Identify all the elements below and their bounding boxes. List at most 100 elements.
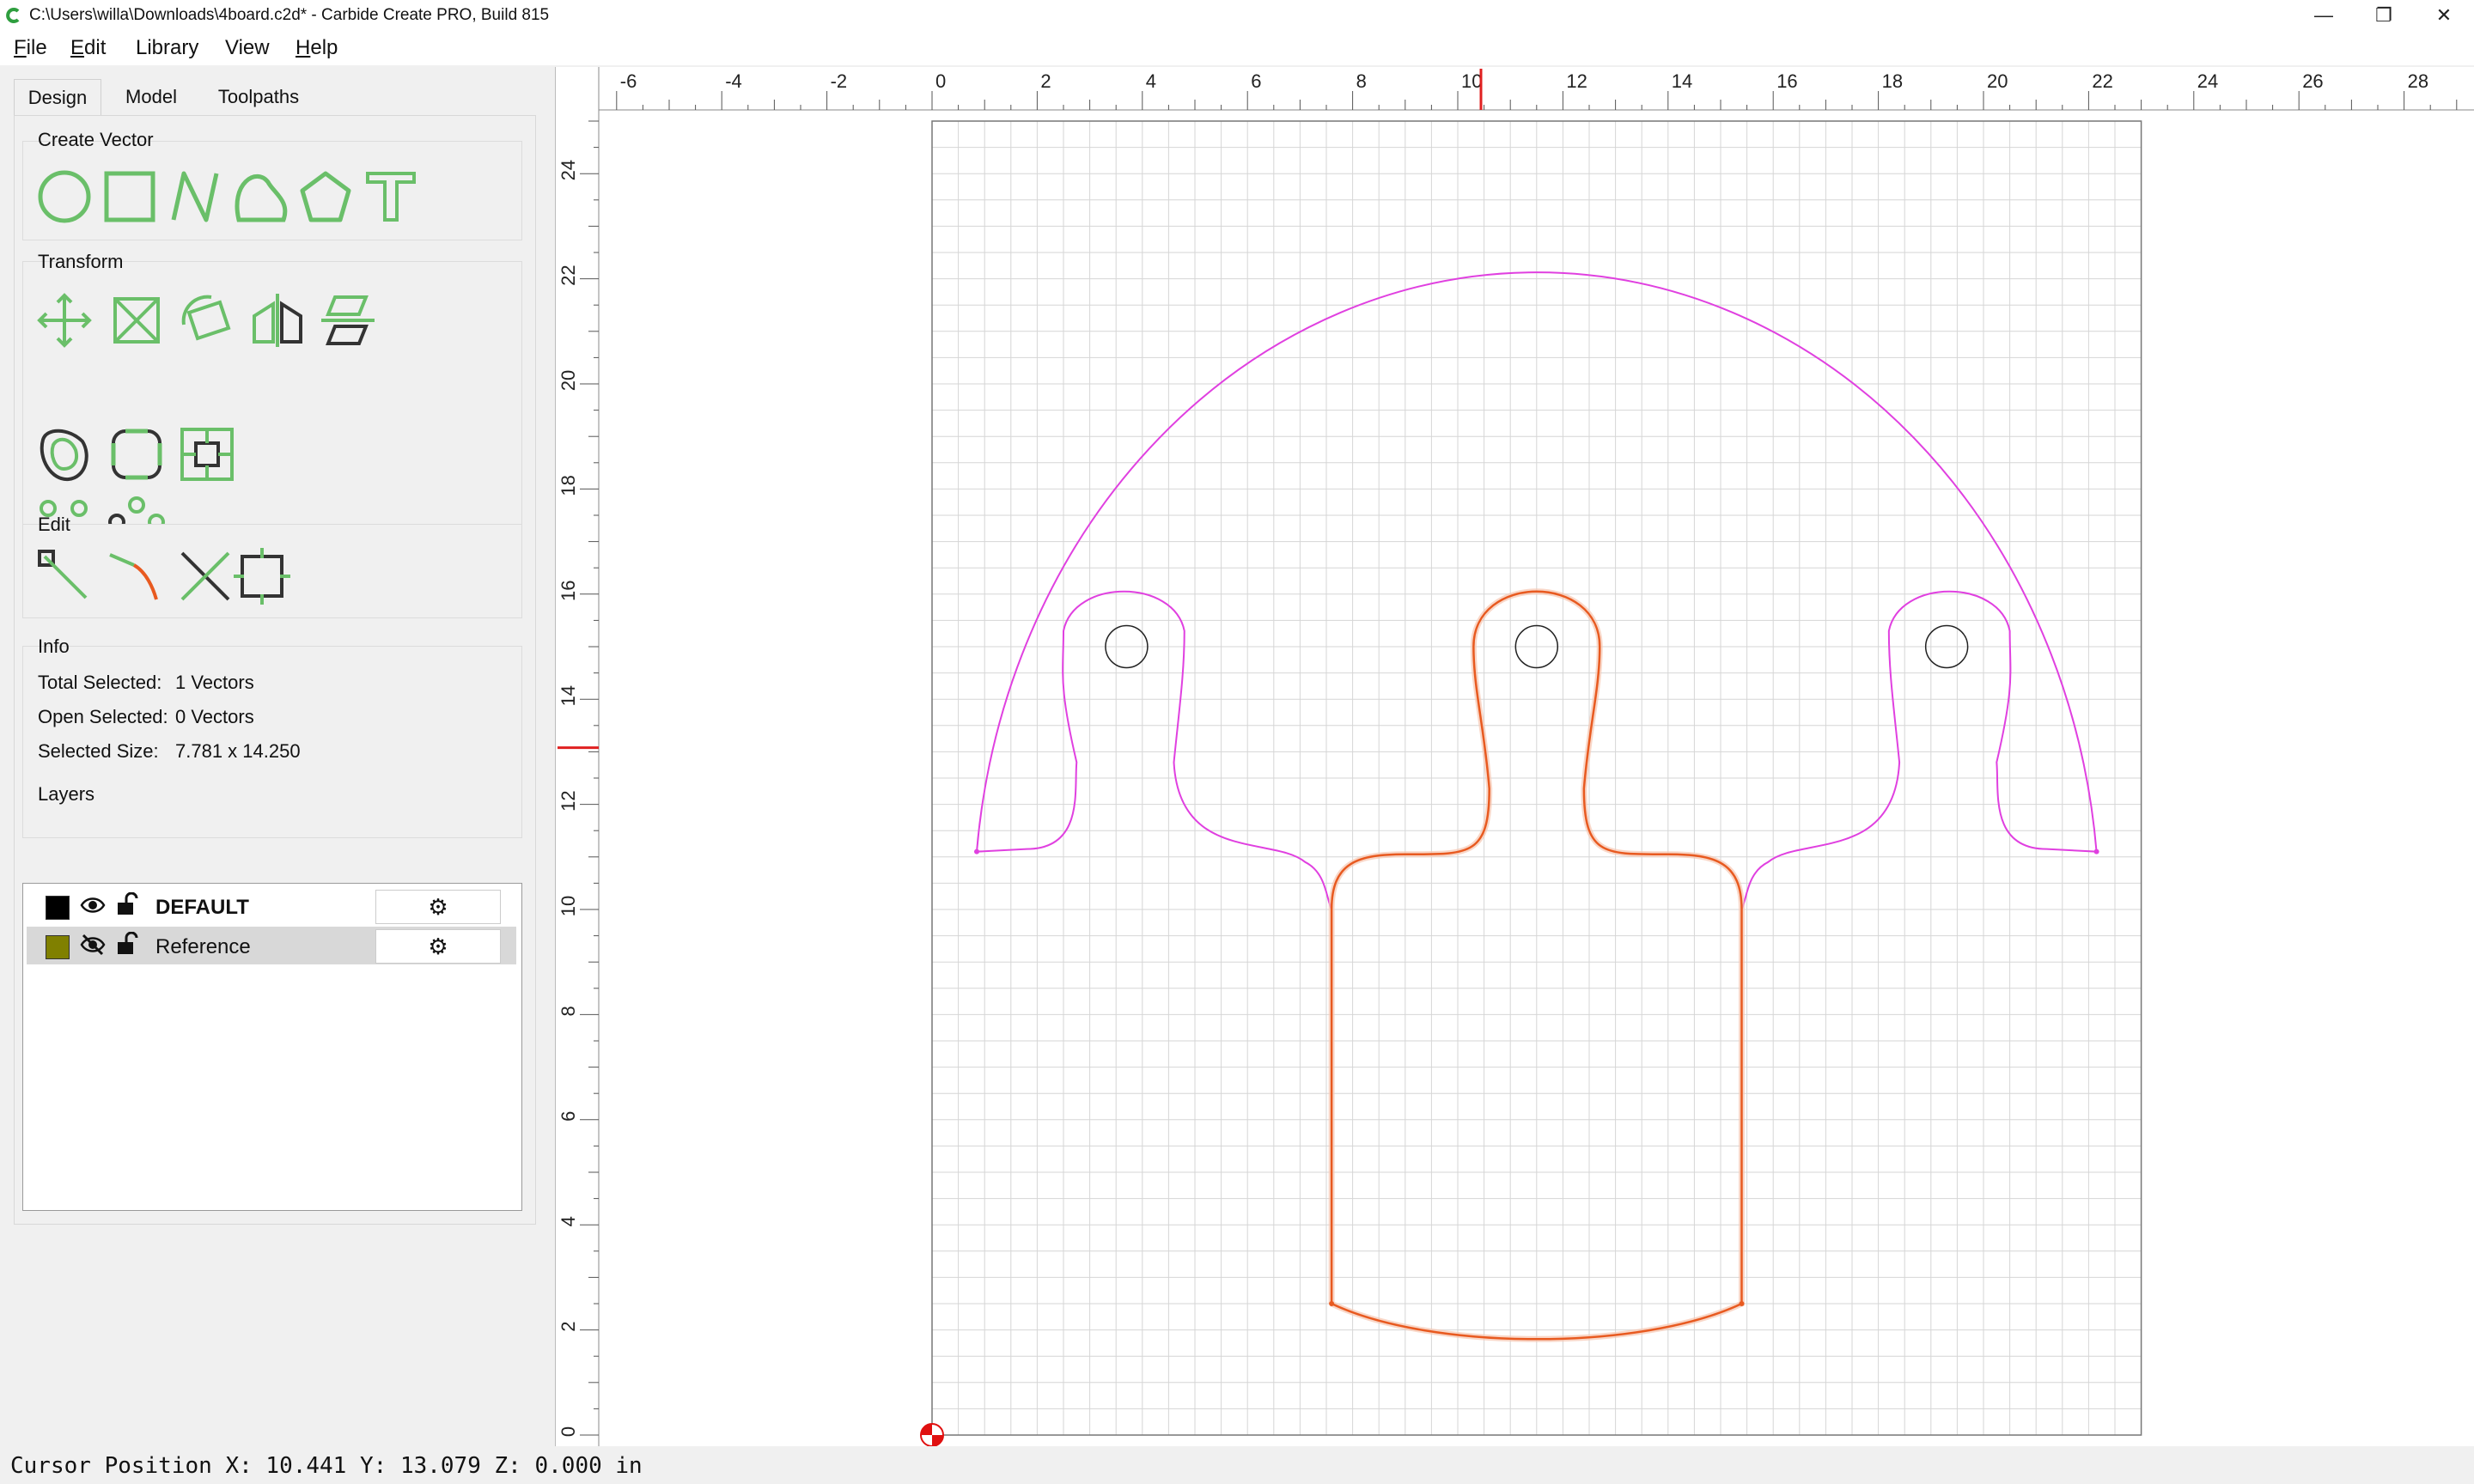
ruler-x-label: -4 [725,70,742,92]
menu-library[interactable]: Library [136,36,198,60]
design-canvas[interactable]: -6 -4 -2 0 2 4 6 8 10 12 14 16 18 20 22 24 26 28 0 2 4 6 8 10 1… [555,67,2474,1446]
left-ruler: 024681012141618202224 [556,67,600,1446]
rotate-tool-icon[interactable] [177,290,237,350]
ruler-y-label: 14 [558,685,579,706]
minimize-button[interactable]: — [2294,0,2354,31]
top-ruler: -6 -4 -2 0 2 4 6 8 10 12 14 16 18 20 22 24 26 28 [556,67,2474,111]
tab-toolpaths[interactable]: Toolpaths [203,79,314,115]
status-bar: Cursor Position X: 10.441 Y: 13.079 Z: 0… [0,1446,2474,1484]
origin-quadrant [921,1424,932,1435]
rectangle-tool-icon[interactable] [100,167,160,227]
unlock-icon[interactable] [116,892,138,916]
title-bar: C:\Users\willa\Downloads\4board.c2d* - C… [0,0,2474,31]
cut-tool-icon[interactable] [175,546,235,606]
ruler-x-label: -6 [620,70,637,92]
layer-row-reference[interactable]: Reference ⚙ [27,927,516,964]
move-tool-icon[interactable] [34,290,94,350]
ruler-x-label: 10 [1461,70,1482,92]
layer-color-swatch[interactable] [46,935,70,959]
menu-view[interactable]: View [225,36,270,60]
close-button[interactable]: ✕ [2414,0,2474,31]
circle-tool-icon[interactable] [34,167,94,227]
ruler-y-label: 2 [558,1321,579,1331]
layer-settings-button[interactable]: ⚙ [375,929,501,964]
layers-list: DEFAULT ⚙ Reference ⚙ [22,883,522,1211]
layer-name-default: DEFAULT [155,896,249,919]
layer-row-default[interactable]: DEFAULT ⚙ [27,887,516,925]
ruler-x-label: 0 [935,70,946,92]
tab-model[interactable]: Model [108,79,194,115]
eye-off-icon[interactable] [80,934,106,956]
scale-tool-icon[interactable] [107,290,167,350]
offset-tool-icon[interactable] [34,424,94,484]
ruler-x-label: 22 [2092,70,2112,92]
polygon-tool-icon[interactable] [296,167,356,227]
eye-icon[interactable] [80,896,106,915]
restore-button[interactable]: ❐ [2354,0,2414,31]
ruler-x-label: 18 [1882,70,1903,92]
gear-icon: ⚙ [428,933,448,959]
cursor-position: Cursor Position X: 10.441 Y: 13.079 Z: 0… [10,1453,643,1479]
paddle-node [1739,1301,1745,1306]
ruler-y-label: 24 [558,160,579,180]
left-panel: Design Model Toolpaths Create Vector Tra… [0,65,550,1446]
ruler-y-label: 20 [558,370,579,391]
boolean-tool-icon[interactable] [177,424,237,484]
selected-size: Selected Size: 7.781 x 14.250 [38,740,301,762]
ruler-y-label: 8 [558,1006,579,1016]
trim-tool-icon[interactable] [105,546,165,606]
ruler-y-label: 0 [558,1426,579,1437]
tab-design[interactable]: Design [14,79,101,116]
menu-file[interactable]: File [14,36,47,60]
layers-label: Layers [38,783,95,805]
join-tool-icon[interactable] [232,546,292,606]
origin-marker-icon [920,1423,944,1446]
mirror-tool-icon[interactable] [247,290,308,350]
outline-node [974,848,980,855]
layer-settings-button[interactable]: ⚙ [375,890,501,924]
ruler-x-label: 8 [1356,70,1367,92]
ruler-x-label: 28 [2408,70,2428,92]
menu-help[interactable]: Help [296,36,338,60]
ruler-x-label: 26 [2302,70,2323,92]
outline-node [2093,848,2099,855]
ruler-x-label: 4 [1146,70,1156,92]
ruler-y-label: 16 [558,581,579,601]
app-logo-icon [6,8,20,23]
transform-label: Transform [38,251,124,272]
ruler-x-label: 20 [1987,70,2008,92]
ruler-x-label: -2 [831,70,848,92]
open-selected: Open Selected: 0 Vectors [38,706,254,727]
paddle-node [1329,1301,1335,1306]
unlock-icon[interactable] [116,932,138,956]
layer-color-swatch[interactable] [46,896,70,920]
text-tool-icon[interactable] [361,167,421,227]
canvas-drawing[interactable]: -6 -4 -2 0 2 4 6 8 10 12 14 16 18 20 22 24 26 28 02468101… [556,67,2474,1446]
ruler-x-label: 2 [1040,70,1051,92]
window-title: C:\Users\willa\Downloads\4board.c2d* - C… [29,6,550,24]
ruler-y-label: 18 [558,475,579,496]
menu-edit[interactable]: Edit [70,36,106,60]
ruler-x-label: 6 [1251,70,1261,92]
ruler-y-label: 4 [558,1216,579,1226]
layer-name-reference: Reference [155,935,251,958]
ruler-x-label: 16 [1776,70,1797,92]
align-tool-icon[interactable] [318,290,378,350]
ruler-y-label: 12 [558,790,579,811]
material-grid [931,120,2142,1436]
ruler-x-label: 14 [1672,70,1692,92]
ruler-x-label: 12 [1566,70,1587,92]
info-label: Info [38,636,70,657]
fillet-tool-icon[interactable] [107,424,167,484]
curve-tool-icon[interactable] [230,167,290,227]
edit-label: Edit [38,514,70,535]
create-vector-label: Create Vector [38,129,154,150]
node-edit-tool-icon[interactable] [34,546,94,606]
menu-bar: File Edit Library View Help [0,31,2474,65]
polyline-tool-icon[interactable] [165,167,225,227]
gear-icon: ⚙ [428,893,448,920]
ruler-y-label: 10 [558,896,579,916]
ruler-y-label: 22 [558,265,579,285]
ruler-x-label: 24 [2197,70,2218,92]
ruler-y-label: 6 [558,1111,579,1122]
